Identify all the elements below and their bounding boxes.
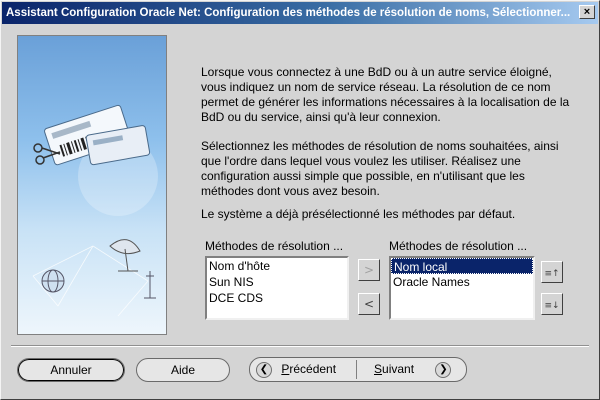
move-down-icon: ≡↓	[544, 301, 560, 311]
chevron-right-icon: ❯	[435, 361, 452, 378]
wizard-illustration	[17, 35, 167, 335]
back-button[interactable]: ❮ Précédent	[256, 358, 354, 381]
selected-methods-list[interactable]: Nom local Oracle Names	[389, 256, 535, 320]
move-down-button[interactable]: ≡↓	[541, 293, 563, 315]
available-methods-label: Méthodes de résolution ...	[205, 239, 344, 253]
cancel-button[interactable]: Annuler	[17, 358, 125, 382]
chevron-left-icon: <	[363, 297, 375, 311]
intro-paragraph-2: Sélectionnez les méthodes de résolution …	[201, 139, 559, 198]
close-icon[interactable]: ×	[579, 5, 595, 19]
move-up-icon: ≡↑	[544, 269, 560, 279]
list-item-selected[interactable]: Nom local	[391, 258, 533, 274]
move-up-button[interactable]: ≡↑	[541, 261, 563, 283]
selected-methods-label: Méthodes de résolution ...	[389, 239, 528, 253]
list-item[interactable]: Oracle Names	[391, 274, 533, 290]
list-item[interactable]: DCE CDS	[207, 290, 347, 306]
add-method-button[interactable]: >	[358, 259, 380, 281]
next-label: uivant	[382, 362, 415, 376]
illustration-graphic	[32, 104, 158, 317]
chevron-right-icon: >	[363, 263, 375, 277]
window-title: Assistant Configuration Oracle Net: Conf…	[6, 7, 571, 19]
globe-icon	[41, 269, 65, 293]
footer-separator	[11, 345, 589, 347]
intro-paragraph-1: Lorsque vous connectez à une BdD ou à un…	[201, 65, 570, 124]
antenna-icon	[144, 271, 156, 299]
remove-method-button[interactable]: <	[358, 293, 380, 315]
next-mnemonic: S	[374, 362, 383, 376]
nav-divider	[356, 360, 357, 379]
back-label: récédent	[289, 362, 337, 376]
intro-paragraph-3: Le système a déjà présélectionné les mét…	[201, 207, 516, 221]
help-button[interactable]: Aide	[136, 358, 230, 382]
navigation-button-group: ❮ Précédent Suivant ❯	[249, 357, 467, 382]
chevron-left-icon: ❮	[256, 361, 272, 378]
dialog-window: Assistant Configuration Oracle Net: Conf…	[0, 0, 600, 400]
next-button[interactable]: Suivant ❯	[374, 358, 464, 381]
list-item[interactable]: Nom d'hôte	[207, 258, 347, 274]
list-item[interactable]: Sun NIS	[207, 274, 347, 290]
available-methods-list[interactable]: Nom d'hôte Sun NIS DCE CDS	[205, 256, 349, 320]
title-bar[interactable]: Assistant Configuration Oracle Net: Conf…	[2, 2, 598, 24]
